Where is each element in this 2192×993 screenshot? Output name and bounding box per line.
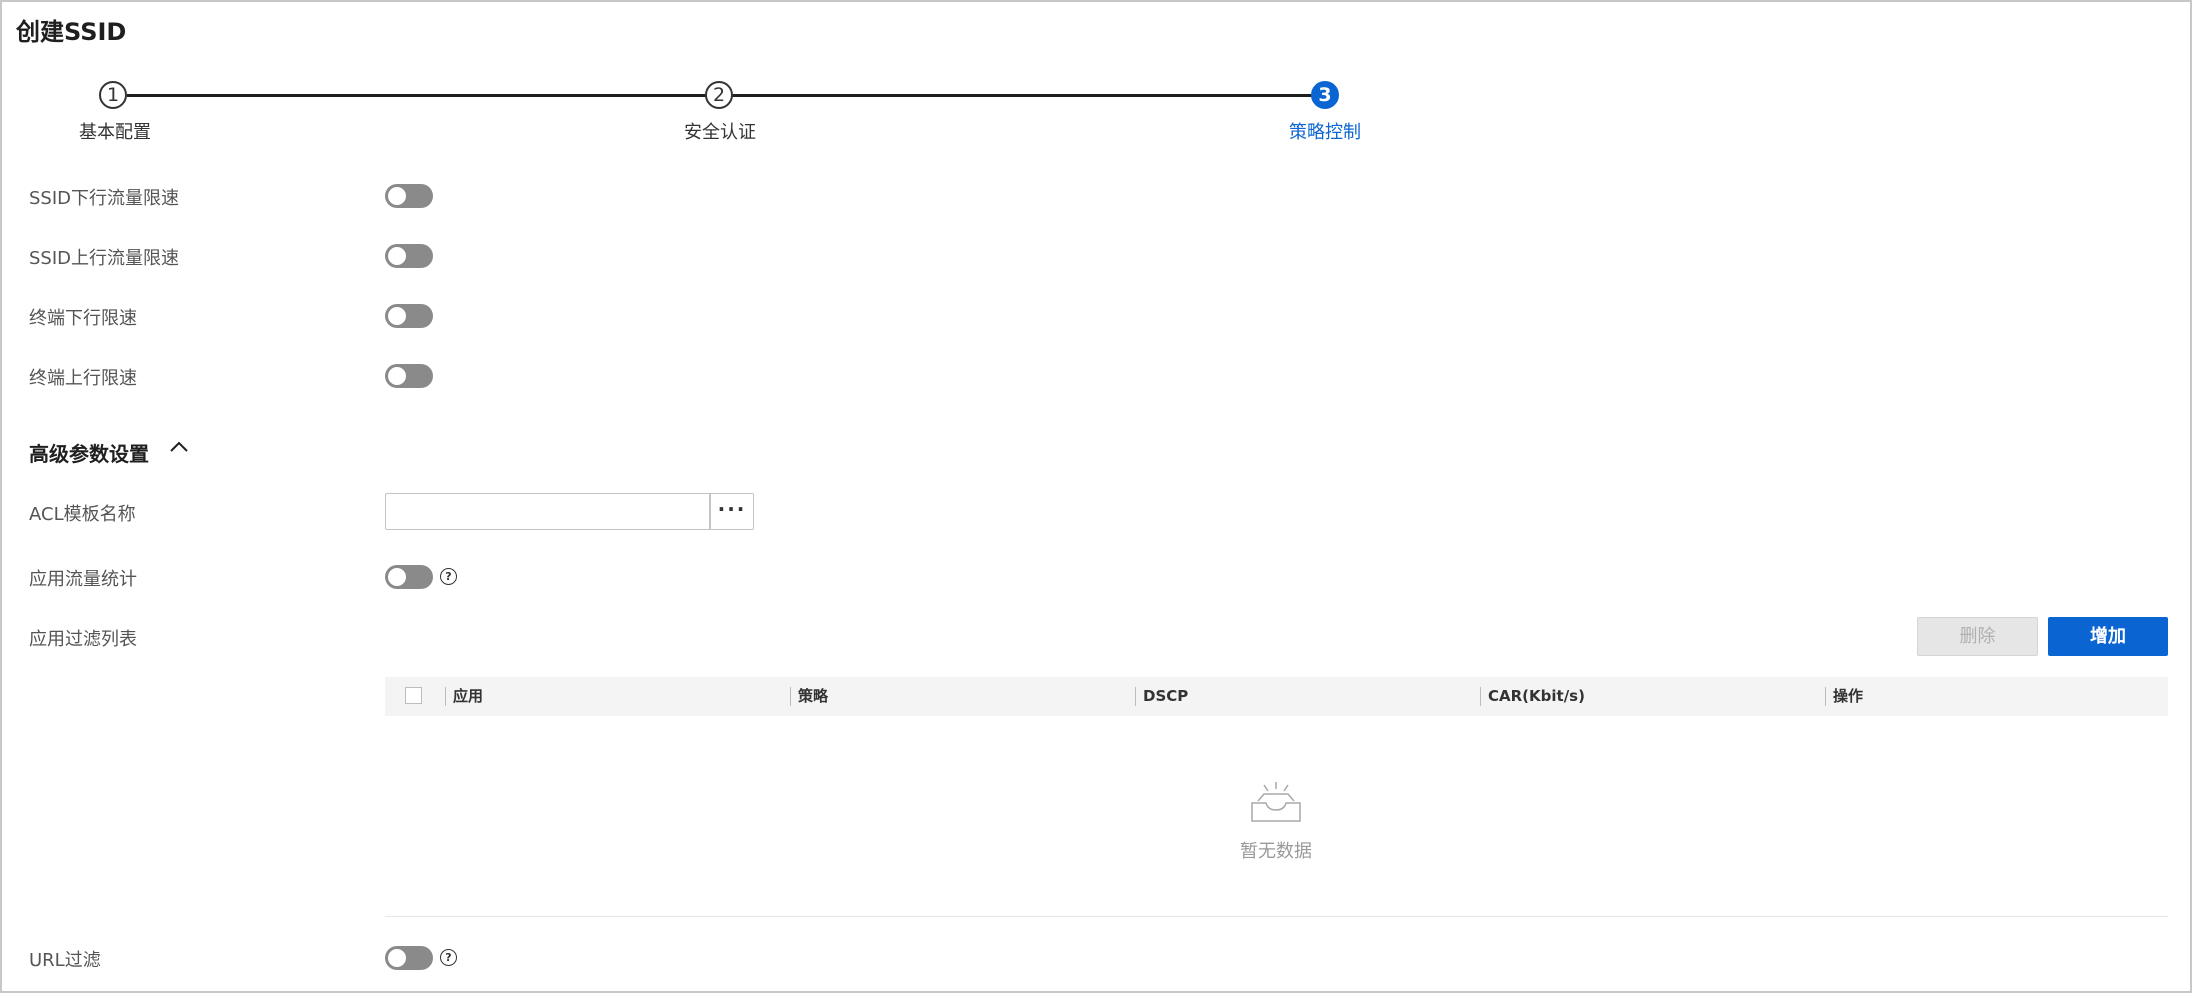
terminal-downlink-limit-label: 终端下行限速 — [29, 308, 137, 329]
acl-template-label: ACL模板名称 — [29, 504, 136, 525]
step-1-circle: 1 — [99, 81, 127, 109]
add-button[interactable]: 增加 — [2048, 617, 2168, 656]
ssid-uplink-limit-toggle[interactable] — [385, 244, 433, 268]
help-icon[interactable]: ? — [440, 949, 457, 966]
url-filter-label: URL过滤 — [29, 950, 101, 971]
select-all-checkbox[interactable] — [405, 687, 422, 704]
column-header-car[interactable]: CAR(Kbit/s) — [1480, 677, 1824, 716]
toggle-knob — [388, 949, 406, 967]
step-3-circle: 3 — [1311, 81, 1339, 109]
table-header: 应用 策略 DSCP CAR(Kbit/s) 操作 — [385, 677, 2168, 716]
toggle-knob — [388, 187, 406, 205]
empty-inbox-icon — [1251, 782, 1301, 822]
delete-button[interactable]: 删除 — [1917, 617, 2038, 656]
ssid-downlink-limit-label: SSID下行流量限速 — [29, 188, 180, 209]
app-filter-list-label: 应用过滤列表 — [29, 629, 137, 650]
table-bottom-border — [385, 916, 2168, 917]
terminal-downlink-limit-toggle[interactable] — [385, 304, 433, 328]
toggle-knob — [388, 307, 406, 325]
column-header-policy[interactable]: 策略 — [790, 677, 1134, 716]
step-3-label: 策略控制 — [1289, 122, 1361, 143]
acl-template-browse-button[interactable]: ··· — [710, 493, 754, 530]
toggle-knob — [388, 367, 406, 385]
step-2-label: 安全认证 — [684, 122, 756, 143]
app-traffic-stats-label: 应用流量统计 — [29, 569, 137, 590]
terminal-uplink-limit-toggle[interactable] — [385, 364, 433, 388]
ssid-downlink-limit-toggle[interactable] — [385, 184, 433, 208]
step-connector — [127, 94, 715, 97]
step-2-circle: 2 — [705, 81, 733, 109]
column-header-dscp[interactable]: DSCP — [1135, 677, 1479, 716]
chevron-up-icon[interactable] — [169, 440, 189, 454]
terminal-uplink-limit-label: 终端上行限速 — [29, 368, 137, 389]
advanced-settings-title[interactable]: 高级参数设置 — [29, 438, 149, 467]
app-traffic-stats-toggle[interactable] — [385, 565, 433, 589]
acl-template-input[interactable] — [385, 493, 710, 530]
step-connector — [732, 94, 1314, 97]
column-header-app[interactable]: 应用 — [445, 677, 789, 716]
toggle-knob — [388, 568, 406, 586]
ssid-uplink-limit-label: SSID上行流量限速 — [29, 248, 180, 269]
help-icon[interactable]: ? — [440, 568, 457, 585]
step-1-label: 基本配置 — [79, 122, 151, 143]
dialog-frame — [0, 0, 2192, 993]
empty-state-text: 暂无数据 — [1240, 841, 1312, 862]
page-title: 创建SSID — [16, 18, 127, 46]
column-header-action: 操作 — [1825, 677, 2133, 716]
url-filter-toggle[interactable] — [385, 946, 433, 970]
toggle-knob — [388, 247, 406, 265]
